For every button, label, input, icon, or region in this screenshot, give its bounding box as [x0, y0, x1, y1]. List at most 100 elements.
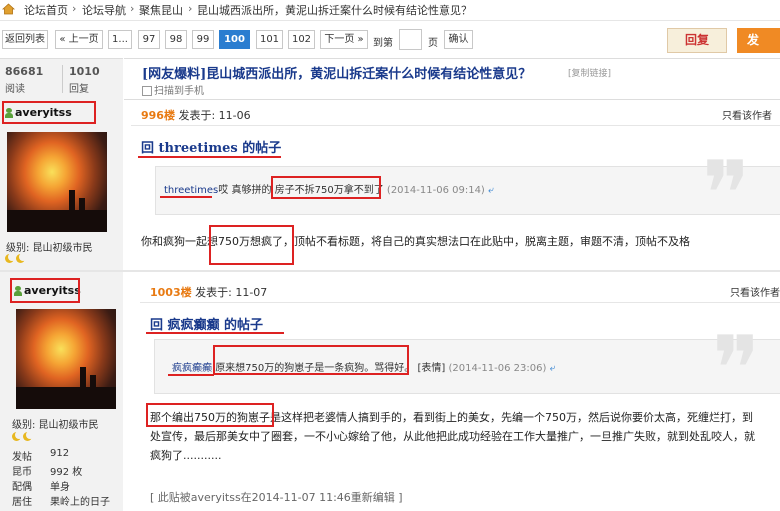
divider: [131, 125, 780, 126]
crumb-forum-home[interactable]: 论坛首页: [24, 2, 68, 18]
avatar-silhouette: [90, 375, 96, 389]
new-post-button[interactable]: 发: [737, 28, 780, 53]
views-count: 86681: [5, 65, 44, 78]
quote-emote: [表情]: [417, 363, 446, 374]
crumb-separator: ›: [72, 2, 77, 15]
avatar[interactable]: [16, 309, 116, 409]
scan-to-phone-link[interactable]: 扫描到手机: [142, 82, 204, 97]
page-first-button[interactable]: 1...: [108, 30, 132, 49]
quote-time: (2014-11-06 23:06): [448, 363, 547, 374]
thread-title: [网友爆料]昆山城西派出所，黄泥山拆迁案什么时候有结论性意见？: [142, 67, 532, 82]
page-100-current[interactable]: 100: [219, 30, 250, 49]
quote-mark-icon: ❞: [702, 142, 751, 247]
replies-label: 回复: [69, 84, 89, 95]
reply-arrow-icon[interactable]: ⤶: [488, 185, 494, 196]
highlight-box: [213, 345, 409, 375]
quote-pre: 哎 真够拼的: [218, 185, 272, 196]
stats-divider: [62, 65, 63, 93]
stat-value: 912: [50, 448, 70, 459]
page-99-button[interactable]: 99: [192, 30, 214, 49]
highlight-box: [271, 176, 381, 199]
breadcrumb: 论坛首页 › 论坛导航 › 聚焦昆山 › 昆山城西派出所，黄泥山拆迁案什么时候有…: [0, 0, 780, 21]
avatar-silhouette: [80, 367, 86, 389]
only-author-link[interactable]: 只看该作者: [730, 284, 780, 299]
page-98-button[interactable]: 98: [165, 30, 187, 49]
quote-user[interactable]: threetimes: [164, 185, 218, 196]
reply-title: 回 疯疯癫癫 的帖子: [150, 318, 264, 333]
quote-time: (2014-11-06 09:14): [386, 185, 485, 196]
post-floor-info: 1003楼 发表于: 11-07: [150, 284, 267, 300]
posted-time: 发表于: 11-06: [178, 109, 251, 122]
user-rank-moons: [5, 253, 27, 266]
reply-arrow-icon[interactable]: ⤶: [550, 363, 556, 374]
home-icon[interactable]: [2, 3, 15, 15]
moon-icon: [5, 253, 16, 263]
moon-icon: [23, 431, 34, 441]
chevron-right-icon: »: [354, 34, 364, 45]
thread-header: [网友爆料]昆山城西派出所，黄泥山拆迁案什么时候有结论性意见？ [复制链接] 扫…: [124, 58, 780, 100]
underline-mark: [168, 374, 214, 376]
avatar-silhouette: [79, 198, 85, 212]
stat-value: 992 枚: [50, 467, 83, 478]
user-level: 级别: 昆山初级市民: [12, 420, 99, 431]
underline-mark: [146, 332, 284, 334]
divider: [140, 302, 780, 303]
next-page-label: 下一页: [324, 34, 355, 45]
avatar-ground: [7, 210, 107, 232]
floor-number: 996楼: [141, 109, 175, 122]
copy-link-button[interactable]: [复制链接]: [568, 66, 611, 79]
back-to-list-button[interactable]: 返回列表: [2, 30, 48, 49]
reply-title: 回 threetimes 的帖子: [141, 141, 282, 156]
highlight-box: [2, 101, 96, 124]
underline-mark: [138, 156, 281, 158]
stat-label: 配偶: [12, 482, 32, 493]
moon-icon: [16, 253, 27, 263]
scan-phone-label: 扫描到手机: [154, 86, 204, 97]
quote-user[interactable]: 疯疯癫癫: [172, 363, 212, 374]
avatar-ground: [16, 387, 116, 409]
post-body-line: 处宣传，最后那美女中了圈套，一不小心嫁给了他，从此他把此成功经验在工作大量推广，…: [150, 430, 755, 443]
views-label: 阅读: [5, 84, 25, 95]
edit-note: [ 此贴被averyitss在2014-11-07 11:46重新编辑 ]: [150, 491, 403, 504]
stat-value: 果岭上的日子: [50, 497, 110, 508]
highlight-box: [146, 403, 274, 427]
posted-time: 发表于: 11-07: [195, 286, 268, 299]
page-101-button[interactable]: 101: [256, 30, 283, 49]
post-body-line: 疯狗了...........: [150, 449, 222, 462]
crumb-separator: ›: [188, 2, 193, 15]
avatar[interactable]: [7, 132, 107, 232]
thread-stats: 86681 阅读 1010 回复: [0, 58, 123, 100]
page-unit-label: 页: [428, 38, 438, 49]
underline-mark: [160, 196, 212, 198]
stat-value: 单身: [50, 482, 70, 493]
stat-label: 昆币: [12, 467, 32, 478]
replies-count: 1010: [69, 65, 100, 78]
post-floor-info: 996楼 发表于: 11-06: [141, 107, 251, 123]
quote-mark-icon: ❞: [712, 317, 761, 422]
moon-icon: [12, 431, 23, 441]
stat-label: 居住: [12, 497, 32, 508]
crumb-forum-nav[interactable]: 论坛导航: [82, 2, 126, 18]
only-author-link[interactable]: 只看该作者: [722, 107, 772, 122]
user-level: 级别: 昆山初级市民: [6, 243, 93, 254]
highlight-box: [209, 225, 294, 265]
goto-label: 到第: [373, 38, 393, 49]
next-page-button[interactable]: 下一页 »: [320, 30, 368, 49]
reply-button[interactable]: 回复: [667, 28, 727, 53]
prev-page-button[interactable]: « 上一页: [55, 30, 103, 49]
crumb-focus-kunshan[interactable]: 聚焦昆山: [139, 2, 183, 18]
confirm-button[interactable]: 确认: [444, 30, 473, 49]
chevron-left-icon: «: [59, 34, 69, 45]
prev-page-label: 上一页: [68, 34, 99, 45]
floor-number: 1003楼: [150, 286, 192, 299]
stat-label: 发帖: [12, 452, 32, 463]
pager: 返回列表 « 上一页 1... 97 98 99 100 101 102 下一页…: [0, 26, 780, 54]
page-number-input[interactable]: [399, 29, 422, 50]
page-97-button[interactable]: 97: [138, 30, 160, 49]
page-102-button[interactable]: 102: [288, 30, 315, 49]
qr-code-icon: [142, 86, 152, 96]
user-rank-moons: [12, 431, 34, 444]
highlight-box: [10, 278, 80, 303]
crumb-thread-title[interactable]: 昆山城西派出所，黄泥山拆迁案什么时候有结论性意见？: [197, 2, 472, 18]
avatar-silhouette: [69, 190, 75, 212]
